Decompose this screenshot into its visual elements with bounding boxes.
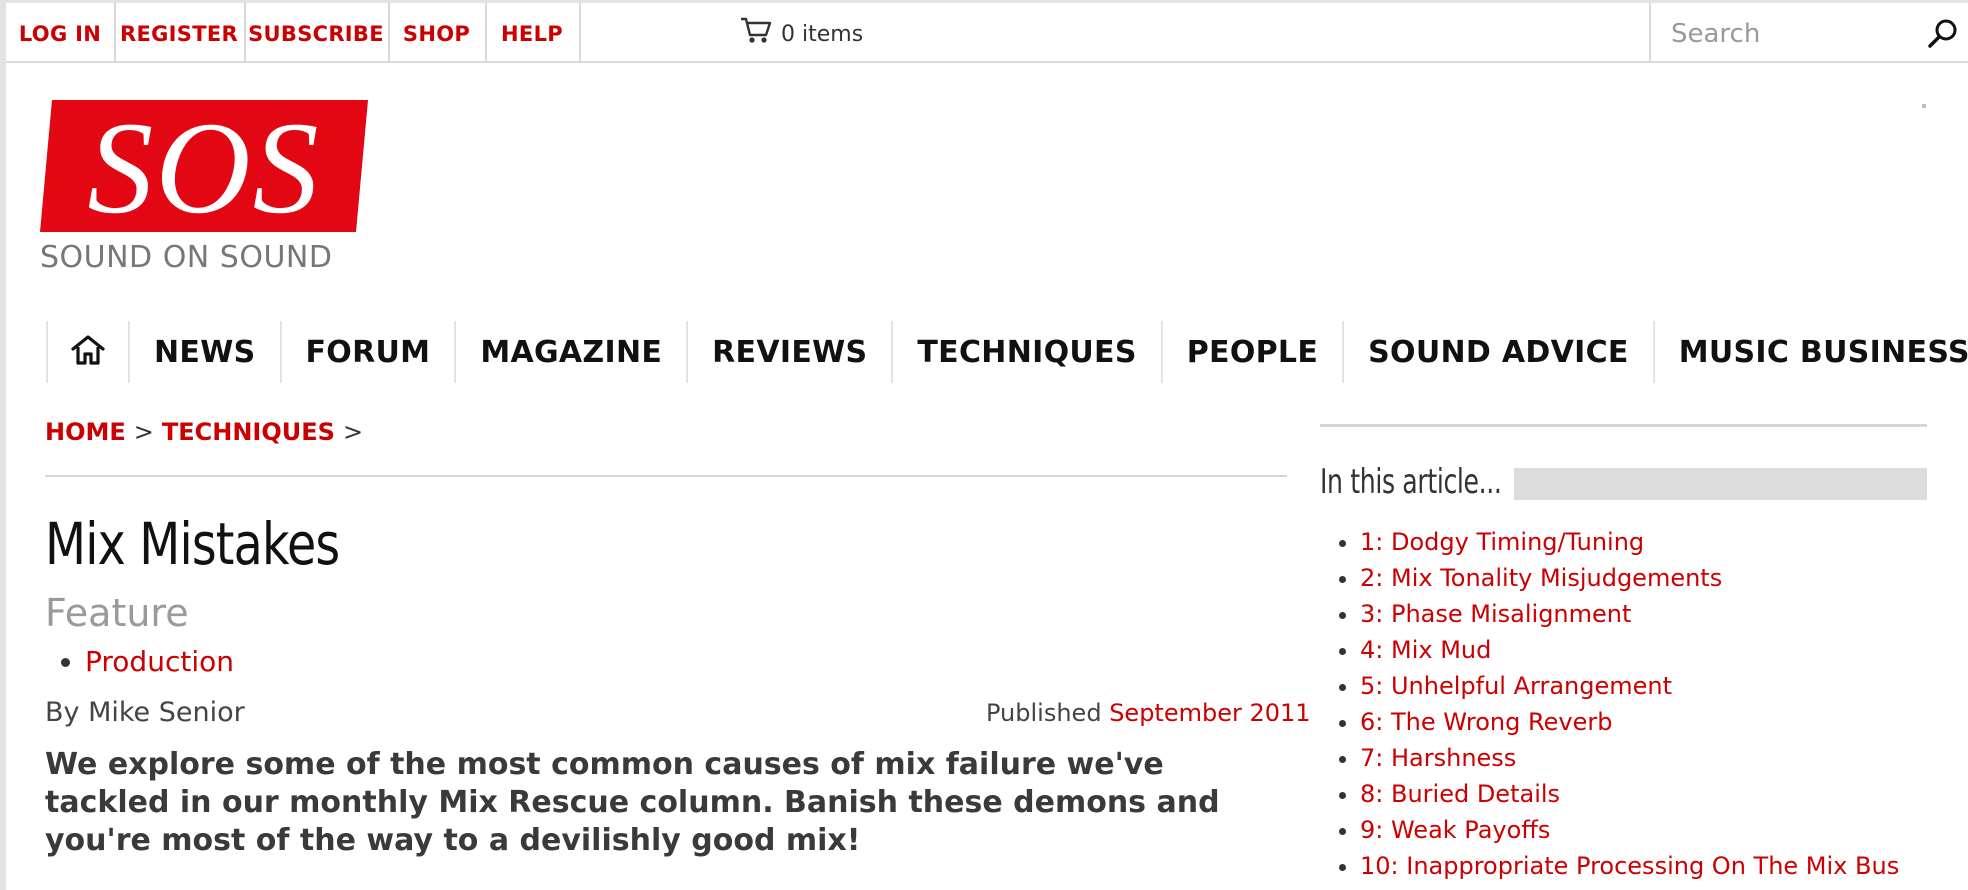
breadcrumb-separator: > [342,418,364,446]
cart-icon [739,15,773,49]
site-logo[interactable]: SOS SOUND ON SOUND [40,94,368,275]
list-item: 4: Mix Mud [1360,632,1899,668]
breadcrumb-separator: > [133,418,154,446]
nav-item-reviews[interactable]: REVIEWS [686,321,891,383]
login-link[interactable]: LOG IN [6,3,116,61]
list-item: 8: Buried Details [1360,776,1899,812]
author-byline: By Mike Senior [45,697,245,728]
cart-link[interactable]: 0 items [739,3,863,61]
list-item: 3: Phase Misalignment [1360,596,1899,632]
toc-link[interactable]: 10: Inappropriate Processing On The Mix … [1360,852,1899,880]
toc-link[interactable]: 8: Buried Details [1360,780,1560,808]
search-icon[interactable] [1926,17,1960,51]
search-box [1649,3,1968,61]
published-date-link[interactable]: September 2011 [1109,699,1310,727]
list-item: 2: Mix Tonality Misjudgements [1360,560,1899,596]
nav-item-magazine[interactable]: MAGAZINE [454,321,686,383]
sidebar-divider [1320,424,1927,427]
article-contents-list: 1: Dodgy Timing/Tuning 2: Mix Tonality M… [1320,524,1899,884]
divider [45,475,1287,477]
published-label: Published [986,699,1102,727]
nav-item-sound-advice[interactable]: SOUND ADVICE [1342,321,1653,383]
logo-letters: SOS [87,100,320,232]
search-input[interactable] [1669,13,1913,55]
sidebar-title-bar [1514,468,1927,500]
subscribe-link[interactable]: SUBSCRIBE [244,3,390,61]
nav-item-people[interactable]: PEOPLE [1160,321,1342,383]
toc-link[interactable]: 6: The Wrong Reverb [1360,708,1612,736]
toc-link[interactable]: 4: Mix Mud [1360,636,1491,664]
toc-link[interactable]: 1: Dodgy Timing/Tuning [1360,528,1644,556]
nav-item-music-business[interactable]: MUSIC BUSINESS [1652,321,1968,383]
nav-item-forum[interactable]: FORUM [279,321,455,383]
toc-link[interactable]: 7: Harshness [1360,744,1516,772]
article-lead: We explore some of the most common cause… [45,747,1220,858]
cart-count: 0 items [781,21,864,47]
article-type: Feature [45,591,189,635]
shop-link[interactable]: SHOP [388,3,487,61]
decorative-dot [1922,104,1926,108]
toc-link[interactable]: 9: Weak Payoffs [1360,816,1550,844]
home-icon [70,334,106,370]
help-link[interactable]: HELP [485,3,581,61]
list-item: 10: Inappropriate Processing On The Mix … [1360,848,1899,884]
sidebar-title: In this article... [1320,462,1502,502]
logo-subtitle: SOUND ON SOUND [40,240,333,275]
toc-link[interactable]: 5: Unhelpful Arrangement [1360,672,1672,700]
list-item: 1: Dodgy Timing/Tuning [1360,524,1899,560]
register-link[interactable]: REGISTER [114,3,246,61]
breadcrumb-home[interactable]: HOME [45,418,126,446]
logo-mark: SOS [40,94,368,241]
toc-link[interactable]: 2: Mix Tonality Misjudgements [1360,564,1722,592]
list-item: 9: Weak Payoffs [1360,812,1899,848]
nav-item-techniques[interactable]: TECHNIQUES [891,321,1160,383]
nav-item-news[interactable]: NEWS [128,321,280,383]
nav-home[interactable] [46,321,128,383]
tag-production-link[interactable]: Production [85,645,234,678]
breadcrumb-techniques[interactable]: TECHNIQUES [162,418,335,446]
page-title: Mix Mistakes [45,510,340,578]
breadcrumb: HOME > TECHNIQUES > [45,418,371,446]
top-utility-bar: LOG IN REGISTER SUBSCRIBE SHOP HELP 0 it… [6,3,1968,63]
list-item: 6: The Wrong Reverb [1360,704,1899,740]
toc-link[interactable]: 3: Phase Misalignment [1360,600,1631,628]
list-item: 7: Harshness [1360,740,1899,776]
list-item: 5: Unhelpful Arrangement [1360,668,1899,704]
tag-item: Production [85,645,234,678]
published-info: Published September 2011 [986,699,1311,727]
tag-list: Production [45,645,234,678]
main-navigation: NEWS FORUM MAGAZINE REVIEWS TECHNIQUES P… [46,321,1968,383]
